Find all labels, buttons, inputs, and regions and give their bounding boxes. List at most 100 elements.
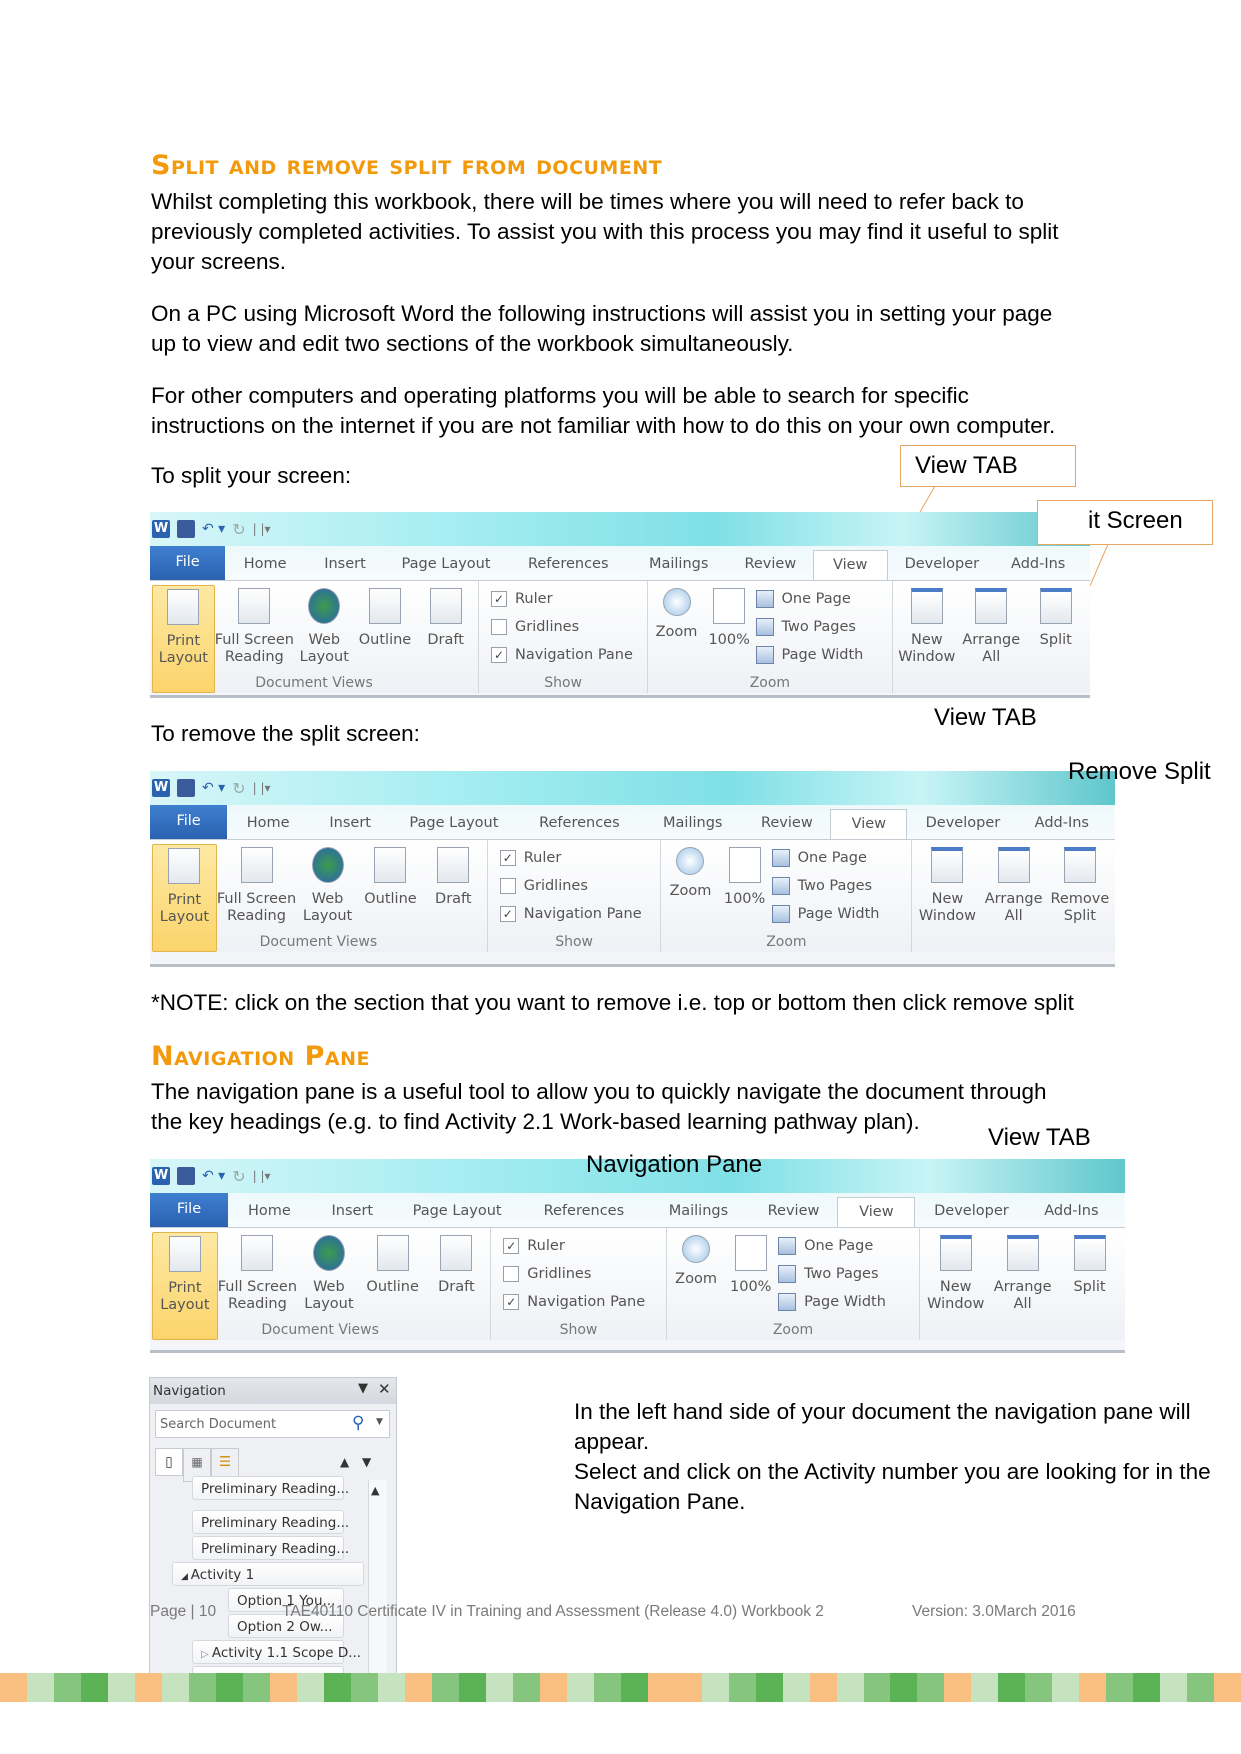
arrange-all-button[interactable]: Arrange All [981,844,1047,952]
customize-qat-icon[interactable]: | |▾ [253,1169,271,1183]
ruler-checkbox[interactable]: ✓ Ruler [499,844,659,872]
tab-view[interactable]: View [837,1197,916,1227]
undo-icon[interactable]: ↶ ▾ [202,780,225,796]
stripe-block [728,1673,756,1702]
redo-icon[interactable]: ↻ [232,779,245,798]
tab-view[interactable]: View [812,550,888,580]
search-document-input[interactable]: Search Document ⚲ ▼ [155,1410,390,1438]
expanded-triangle-icon[interactable]: ◢ [181,1572,191,1582]
save-icon[interactable] [177,779,195,797]
full-screen-reading-label: Full Screen Reading [217,1279,298,1312]
customize-qat-icon[interactable]: | |▾ [253,522,271,536]
browse-headings-tab-icon[interactable]: ▯ [155,1448,183,1476]
undo-icon[interactable]: ↶ ▾ [202,1168,225,1184]
tab-insert[interactable]: Insert [309,815,391,839]
tab-review[interactable]: Review [743,815,830,839]
remove-split-button[interactable]: Remove Split [1047,844,1113,952]
page-width-icon [771,905,790,923]
tab-add-ins[interactable]: Add-Ins [1028,1203,1116,1227]
undo-icon[interactable]: ↶ ▾ [202,521,225,537]
one-page-button[interactable]: One Page [755,585,864,613]
search-options-chevron-icon[interactable]: ▼ [376,1417,383,1427]
scroll-up-icon[interactable]: ▲ [371,1484,379,1497]
footer-page-number: Page | 10 [150,1603,217,1620]
paragraph-navigation: The navigation pane is a useful tool to … [151,1077,1047,1137]
stripe-block [566,1673,594,1702]
tab-page-layout[interactable]: Page Layout [385,556,507,580]
tab-review[interactable]: Review [750,1203,838,1227]
stripe-block [80,1673,108,1702]
page-width-button[interactable]: Page Width [778,1288,886,1316]
navigation-pane-label: Navigation Pane [523,906,642,922]
two-pages-button[interactable]: Two Pages [778,1260,886,1288]
tab-file[interactable]: File [150,546,226,580]
outline-label: Outline [364,891,417,907]
nav-scrollbar[interactable]: ▲ [368,1480,387,1693]
nav-heading-item[interactable]: Preliminary Reading... [192,1476,349,1500]
one-page-button[interactable]: One Page [778,1232,886,1260]
close-icon[interactable]: ✕ [378,1380,391,1398]
collapsed-triangle-icon[interactable]: ▷ [201,1649,212,1660]
nav-heading-item[interactable]: ▷ Activity 1.1 Scope D... [192,1640,361,1664]
navigation-pane-label: Navigation Pane [515,647,633,663]
navigation-pane-checkbox[interactable]: ✓ Navigation Pane [499,900,659,928]
tab-home[interactable]: Home [225,556,305,580]
nav-heading-item[interactable]: ◢ Activity 1 [172,1562,364,1586]
redo-icon[interactable]: ↻ [232,1167,245,1186]
tab-mailings[interactable]: Mailings [642,815,743,839]
nav-menu-chevron-icon[interactable]: ▼ [358,1381,368,1396]
ruler-checkbox[interactable]: ✓ Ruler [491,585,645,613]
tab-file[interactable]: File [150,805,228,839]
tab-developer[interactable]: Developer [907,815,1018,839]
ruler-checkbox[interactable]: ✓ Ruler [503,1232,664,1260]
tab-mailings[interactable]: Mailings [629,556,728,580]
two-pages-button[interactable]: Two Pages [755,613,864,641]
tab-review[interactable]: Review [728,556,813,580]
tab-home[interactable]: Home [227,815,309,839]
footer-title: TAE40110 Certificate IV in Training and … [282,1603,824,1620]
tab-home[interactable]: Home [228,1203,311,1227]
gridlines-label: Gridlines [523,878,588,894]
previous-heading-icon[interactable]: ▲ [340,1455,349,1469]
tab-insert[interactable]: Insert [305,556,385,580]
one-page-button[interactable]: One Page [771,844,880,872]
text-line: In the left hand side of your document t… [574,1399,1191,1454]
page-width-button[interactable]: Page Width [771,900,879,928]
tab-file[interactable]: File [150,1193,228,1227]
next-heading-icon[interactable]: ▼ [362,1455,371,1469]
navigation-pane-checkbox[interactable]: ✓ Navigation Pane [503,1288,664,1316]
customize-qat-icon[interactable]: | |▾ [253,781,271,795]
one-page-label: One Page [781,591,851,607]
two-pages-button[interactable]: Two Pages [771,872,880,900]
magnifier-icon [682,1235,711,1263]
tab-view[interactable]: View [830,809,908,839]
tab-add-ins[interactable]: Add-Ins [1018,815,1105,839]
search-icon[interactable]: ⚲ [352,1413,364,1433]
page-width-button[interactable]: Page Width [755,641,863,669]
tab-references[interactable]: References [507,556,629,580]
gridlines-checkbox[interactable]: Gridlines [499,872,659,900]
callout-leader-lines [919,486,1109,587]
tab-developer[interactable]: Developer [915,1203,1027,1227]
new-window-button[interactable]: New Window [922,1232,989,1340]
new-window-button[interactable]: New Window [914,844,980,952]
gridlines-checkbox[interactable]: Gridlines [503,1260,664,1288]
save-icon[interactable] [177,520,195,538]
nav-heading-item[interactable]: Preliminary Reading... [192,1510,349,1534]
split-button[interactable]: Split [1056,1232,1123,1340]
tab-references[interactable]: References [517,815,642,839]
arrange-all-button[interactable]: Arrange All [989,1232,1056,1340]
tab-page-layout[interactable]: Page Layout [394,1203,521,1227]
navigation-pane-checkbox[interactable]: ✓ Navigation Pane [491,641,645,669]
tab-references[interactable]: References [521,1203,648,1227]
tab-page-layout[interactable]: Page Layout [391,815,516,839]
save-icon[interactable] [177,1167,195,1185]
tab-insert[interactable]: Insert [311,1203,394,1227]
tab-mailings[interactable]: Mailings [647,1203,749,1227]
stripe-block [0,1673,27,1702]
redo-icon[interactable]: ↻ [232,520,245,539]
group-label: Document Views [259,934,378,950]
callout-view-tab: View TAB [900,445,1076,487]
gridlines-checkbox[interactable]: Gridlines [491,613,645,641]
nav-heading-item[interactable]: Preliminary Reading... [192,1536,349,1560]
